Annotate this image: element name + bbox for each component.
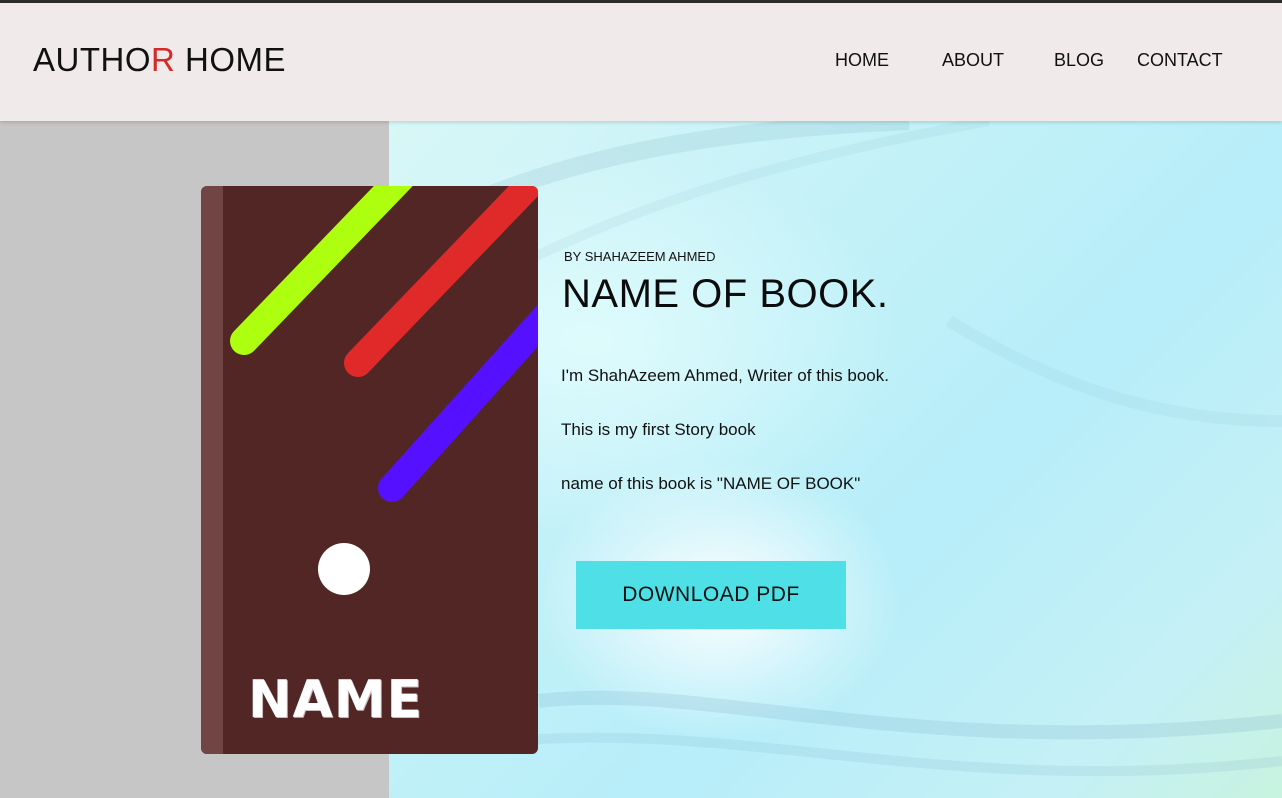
nav-contact-link[interactable]: CONTACT: [1137, 50, 1223, 72]
download-pdf-button[interactable]: DOWNLOAD PDF: [576, 561, 846, 629]
site-header: AUTHOR HOME HOME ABOUT BLOG CONTACT: [0, 3, 1282, 121]
nav-about-link[interactable]: ABOUT: [942, 50, 1004, 72]
book-cover-title: NAME: [248, 670, 424, 730]
logo-accent-letter: R: [151, 41, 176, 78]
author-byline: BY SHAHAZEEM AHMED: [564, 249, 716, 264]
nav-home-link[interactable]: HOME: [835, 50, 889, 72]
logo-text-part1: AUTHO: [33, 41, 151, 78]
book-cover: NAME: [201, 186, 538, 754]
cover-dot: [318, 543, 370, 595]
intro-paragraph-3: name of this book is "NAME OF BOOK": [561, 474, 861, 493]
nav-blog-link[interactable]: BLOG: [1054, 50, 1104, 72]
cover-stripe-green: [230, 186, 413, 355]
intro-paragraph-1: I'm ShahAzeem Ahmed, Writer of this book…: [561, 366, 889, 385]
site-logo[interactable]: AUTHOR HOME: [33, 43, 286, 76]
cover-art: [230, 186, 538, 595]
intro-paragraph-2: This is my first Story book: [561, 420, 756, 439]
cover-stripe-blue: [378, 304, 538, 502]
book-title-heading: NAME OF BOOK.: [562, 272, 889, 316]
logo-text-part2: HOME: [175, 41, 287, 78]
